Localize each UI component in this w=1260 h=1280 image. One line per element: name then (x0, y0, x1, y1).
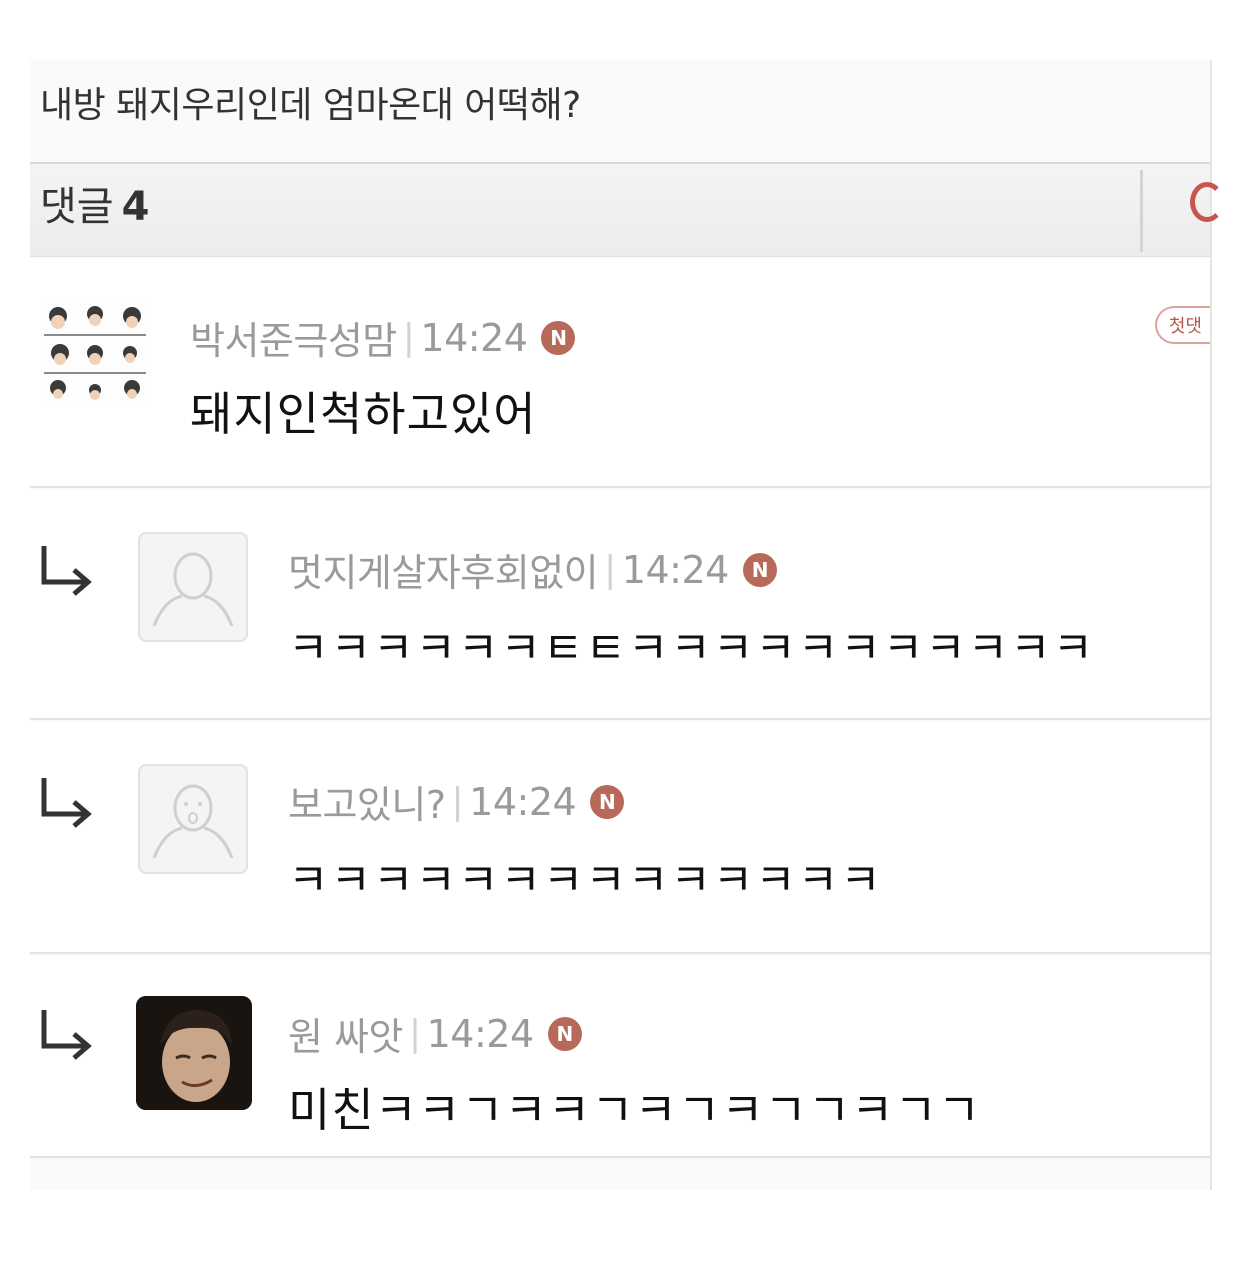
separator: | (402, 317, 415, 358)
sticker-grid-icon (44, 306, 146, 400)
comments-header: 댓글 4 (30, 162, 1224, 257)
comment-text: 돼지인척하고있어 (190, 387, 537, 441)
default-user-icon (152, 784, 234, 859)
comment-meta: 멋지게살자후회없이 | 14:24 N (288, 542, 777, 597)
comment-time: 14:24 (469, 779, 577, 824)
post-title: 내방 돼지우리인데 엄마온대 어떡해? (40, 85, 581, 126)
divider (1140, 170, 1143, 252)
reply-arrow-icon (41, 1010, 92, 1060)
new-badge-icon: N (742, 552, 777, 587)
new-badge-icon: N (590, 784, 625, 819)
comment-author[interactable]: 멋지게살자후회없이 (288, 542, 599, 597)
comments-count: 4 (121, 184, 150, 230)
comments-label-text: 댓글 (40, 184, 114, 230)
avatar[interactable] (138, 764, 248, 874)
comment-text: ㅋㅋㅋㅋㅋㅋㅌㅌㅋㅋㅋㅋㅋㅋㅋㅋㅋㅋㅋ (288, 623, 1096, 674)
default-user-icon (152, 552, 234, 627)
refresh-icon[interactable] (1190, 182, 1224, 222)
reply-arrow-icon (41, 778, 92, 828)
comment-author[interactable]: 보고있니? (288, 774, 446, 829)
separator: | (451, 781, 464, 822)
comment-meta: 원 싸앗 | 14:24 N (288, 1006, 582, 1061)
comment-item: 박서준극성맘 | 14:24 N 돼지인척하고있어 첫댓 (30, 258, 1210, 488)
comment-time: 14:24 (420, 315, 528, 360)
comment-meta: 박서준극성맘 | 14:24 N (190, 310, 576, 365)
reply-arrow-icon (41, 546, 92, 596)
comment-text: ㅋㅋㅋㅋㅋㅋㅋㅋㅋㅋㅋㅋㅋㅋ (288, 855, 883, 906)
new-badge-icon: N (541, 320, 576, 355)
comment-time: 14:24 (621, 547, 730, 592)
separator: | (604, 549, 616, 590)
new-badge-icon: N (547, 1016, 582, 1051)
comment-time: 14:24 (426, 1011, 535, 1056)
comments-label: 댓글 4 (40, 174, 149, 232)
avatar[interactable] (138, 532, 248, 642)
comment-author[interactable]: 박서준극성맘 (190, 310, 397, 365)
user-photo-icon (136, 996, 252, 1110)
comment-author[interactable]: 원 싸앗 (288, 1006, 403, 1061)
comment-text: 미친ㅋㅋㄱㅋㅋㄱㅋㄱㅋㄱㄱㅋㄱㄱ (288, 1083, 982, 1137)
avatar[interactable] (40, 298, 150, 408)
comment-item: 원 싸앗 | 14:24 N 미친ㅋㅋㄱㅋㅋㄱㅋㄱㅋㄱㄱㅋㄱㄱ (30, 956, 1210, 1158)
avatar[interactable] (136, 996, 252, 1110)
comment-item: 멋지게살자후회없이 | 14:24 N ㅋㅋㅋㅋㅋㅋㅌㅌㅋㅋㅋㅋㅋㅋㅋㅋㅋㅋㅋ (30, 490, 1210, 720)
comment-item: 보고있니? | 14:24 N ㅋㅋㅋㅋㅋㅋㅋㅋㅋㅋㅋㅋㅋㅋ (30, 722, 1210, 954)
first-comment-badge: 첫댓 (1154, 306, 1210, 344)
separator: | (408, 1013, 421, 1054)
comment-meta: 보고있니? | 14:24 N (288, 774, 625, 829)
